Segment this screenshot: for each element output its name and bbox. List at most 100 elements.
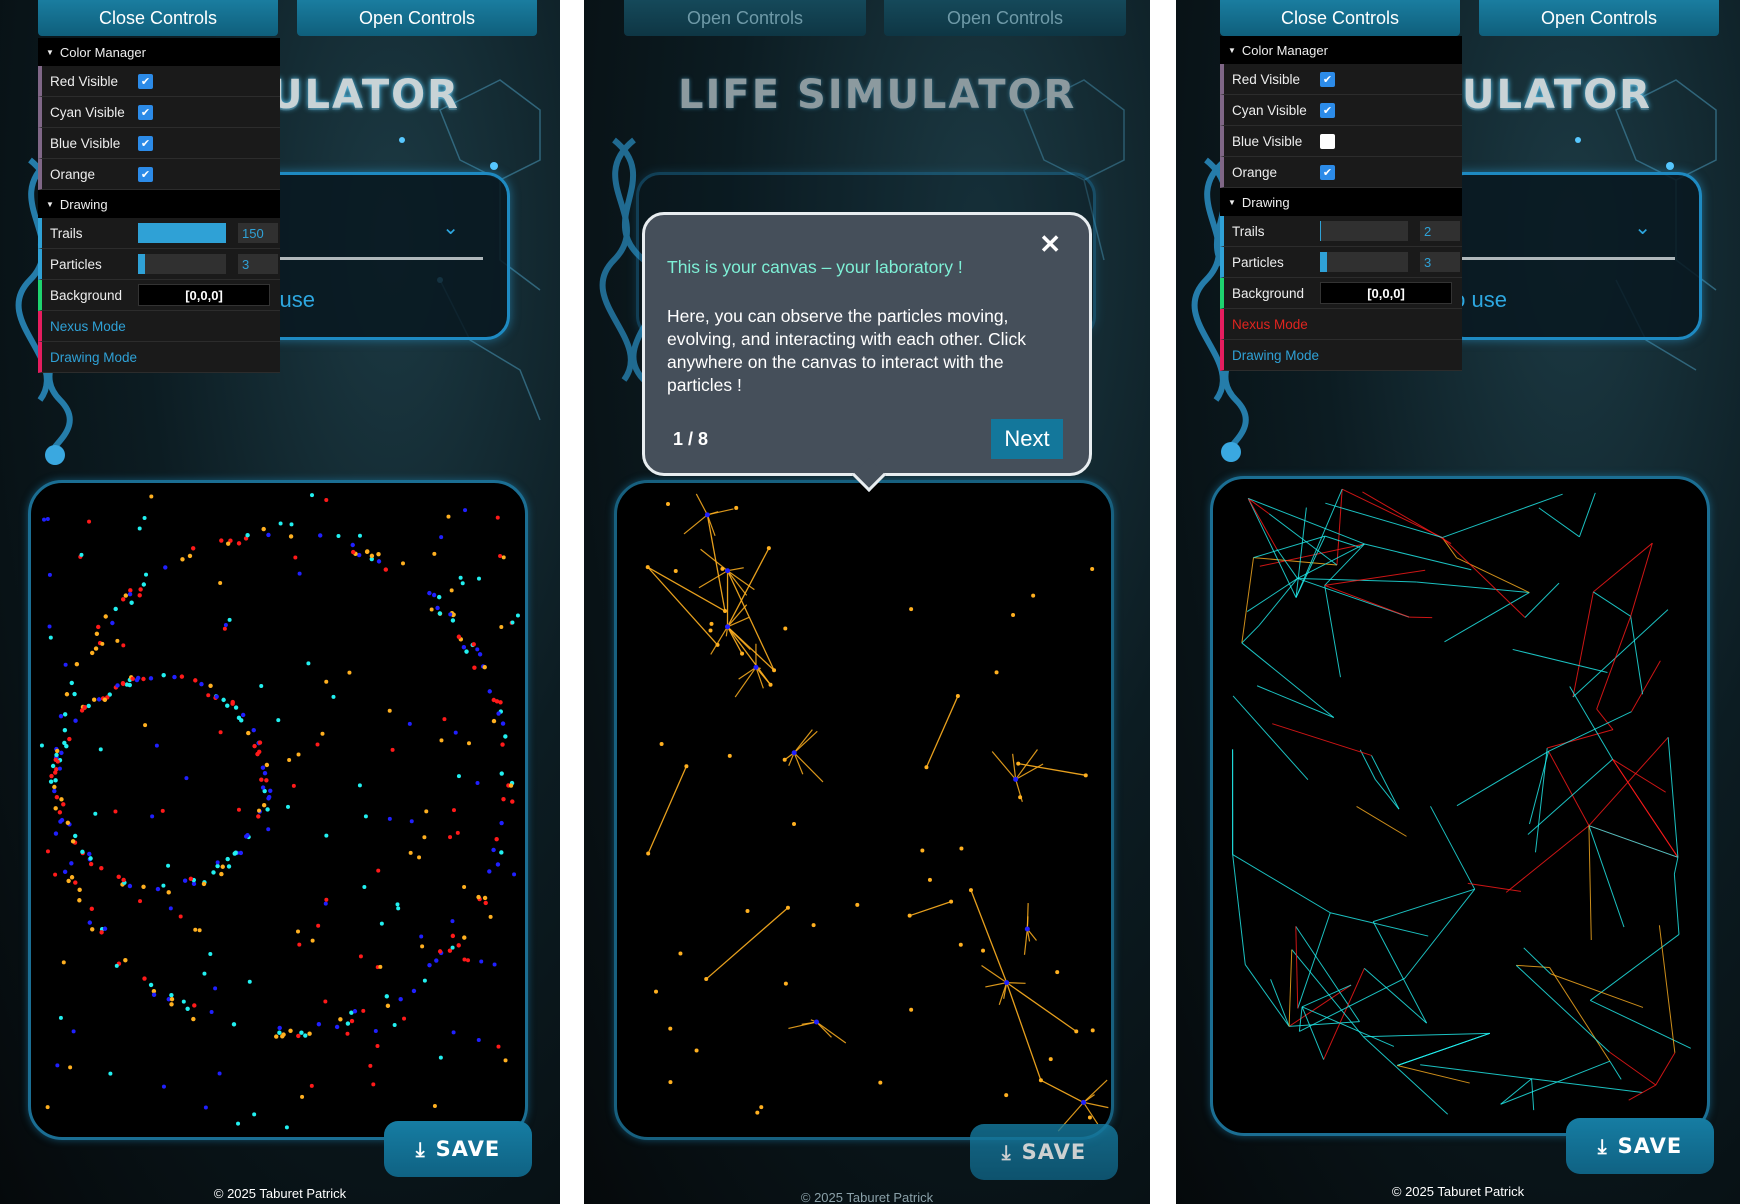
drawing-folder[interactable]: ▼ Drawing [1220,188,1462,216]
particle [909,1007,914,1012]
button-label: Nexus Mode [1232,316,1308,332]
trails-input[interactable]: 2 [1420,221,1460,241]
mode-select-card[interactable]: ⌄ to use [248,172,510,340]
particle [855,902,860,907]
particle [439,535,444,540]
particle [491,847,496,853]
particles-slider[interactable] [1320,252,1408,272]
particle [252,1112,257,1117]
close-controls-button[interactable]: Close Controls [1220,0,1460,36]
particles-input[interactable]: 3 [1420,252,1460,272]
checkbox-checked[interactable]: ✔ [138,135,153,151]
cyan-visible-row[interactable]: Cyan Visible ✔ [38,97,280,128]
particle [1083,773,1088,778]
particle [103,614,108,619]
row-label: Cyan Visible [1232,102,1307,118]
particle [99,930,104,935]
app-title: LIFE SIMULATOR [678,72,1077,118]
particle [202,971,207,976]
simulation-canvas[interactable] [28,480,528,1140]
particle [261,802,267,808]
particle [371,1082,376,1087]
folder-title: Color Manager [59,44,146,60]
trails-slider[interactable] [1320,221,1408,241]
particle [409,819,414,824]
save-button[interactable]: ⤓ SAVE [1566,1118,1714,1174]
particle [80,849,85,855]
blue-visible-row[interactable]: Blue Visible [1220,126,1462,157]
drawing-folder[interactable]: ▼ Drawing [38,190,280,218]
simulation-canvas[interactable] [614,480,1114,1140]
next-button[interactable]: Next [991,419,1063,459]
color-manager-folder[interactable]: ▼ Color Manager [1220,36,1462,64]
open-controls-button[interactable]: Open Controls [1479,0,1719,36]
open-controls-button[interactable]: Open Controls [297,0,537,36]
particle [654,989,659,994]
particle [1031,593,1036,598]
particles-input[interactable]: 3 [238,254,278,274]
checkbox-checked[interactable]: ✔ [1320,71,1335,87]
particle [172,674,177,680]
drawing-mode-button[interactable]: Drawing Mode [1220,340,1462,371]
particle [100,641,105,646]
particle [1048,1057,1053,1062]
particle [316,1021,322,1027]
save-button[interactable]: ⤓ SAVE [970,1124,1118,1180]
simulation-canvas[interactable] [1210,476,1710,1136]
row-label: Particles [50,256,102,272]
open-controls-button[interactable]: Open Controls [624,0,866,36]
checkbox-checked[interactable]: ✔ [1320,164,1335,180]
particle [142,516,147,521]
particle [116,874,121,880]
particle [123,593,128,598]
particle [300,1094,305,1099]
nexus-mode-button[interactable]: Nexus Mode [38,311,280,342]
particle [499,850,504,855]
chevron-down-icon[interactable]: ⌄ [442,215,459,240]
checkbox-checked[interactable]: ✔ [138,166,153,182]
cyan-visible-row[interactable]: Cyan Visible ✔ [1220,95,1462,126]
background-color-input[interactable]: [0,0,0] [138,284,270,306]
chevron-down-icon[interactable]: ⌄ [1634,215,1651,240]
orange-visible-row[interactable]: Orange ✔ [1220,157,1462,188]
row-label: Cyan Visible [50,104,125,120]
orange-visible-row[interactable]: Orange ✔ [38,159,280,190]
save-button[interactable]: ⤓ SAVE [384,1121,532,1177]
particle [503,734,508,739]
open-controls-button[interactable]: Open Controls [884,0,1126,36]
particle-link [1373,888,1475,923]
particle-link [1295,926,1299,1009]
particle-link [1578,492,1596,538]
drawing-mode-button[interactable]: Drawing Mode [38,342,280,373]
mode-select-card[interactable]: ⌄ to use [1440,172,1702,340]
close-icon[interactable]: ✕ [1039,229,1061,260]
particle [138,899,143,904]
checkbox-checked[interactable]: ✔ [1320,102,1335,118]
blue-visible-row[interactable]: Blue Visible ✔ [38,128,280,159]
particle [191,1016,196,1022]
row-label: Blue Visible [1232,133,1303,149]
background-color-input[interactable]: [0,0,0] [1320,282,1452,304]
trails-slider[interactable] [138,223,226,243]
particle [184,776,189,781]
particle [285,804,290,809]
particle [79,552,84,557]
particle [475,780,480,785]
particle-link [1516,964,1550,969]
particle [385,1003,391,1009]
color-manager-folder[interactable]: ▼ Color Manager [38,38,280,66]
checkbox-checked[interactable]: ✔ [138,104,153,120]
red-visible-row[interactable]: Red Visible ✔ [1220,64,1462,95]
particle [878,1080,883,1085]
particle [149,494,154,499]
checkbox-unchecked[interactable] [1320,133,1335,149]
particle [357,533,362,538]
checkbox-checked[interactable]: ✔ [138,73,153,89]
particle [411,988,417,994]
particle-link [1512,648,1608,673]
red-visible-row[interactable]: Red Visible ✔ [38,66,280,97]
close-controls-button[interactable]: Close Controls [38,0,278,36]
trails-input[interactable]: 150 [238,223,278,243]
nexus-mode-button[interactable]: Nexus Mode [1220,309,1462,340]
particles-slider[interactable] [138,254,226,274]
